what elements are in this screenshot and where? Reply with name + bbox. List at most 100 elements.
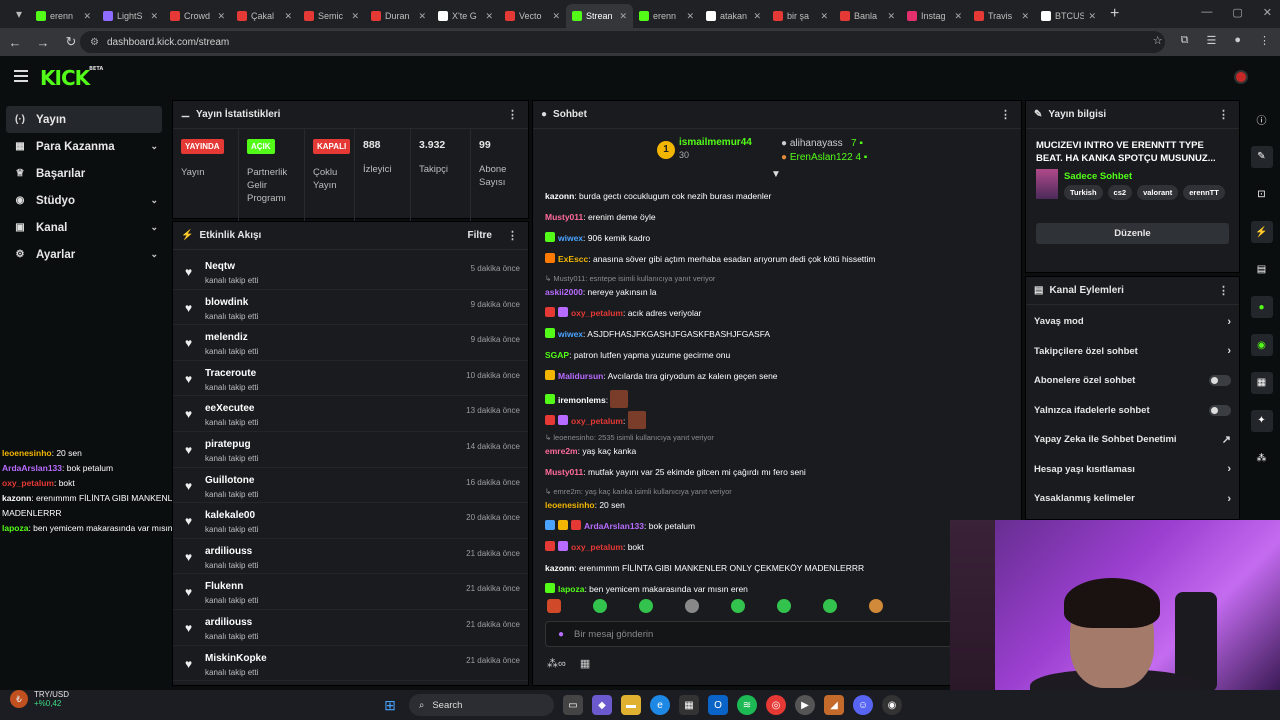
info-icon[interactable]: ⓘ [1251,108,1273,130]
outlook-icon[interactable]: O [708,695,728,715]
chevron-down-icon[interactable]: ⌄ [150,195,158,206]
chat-message[interactable]: emre2m: yaş kaç kanka [545,444,1015,465]
windows-start-icon[interactable]: ⊞ [380,695,400,715]
activity-row[interactable]: ♥ Traceroute kanalı takip etti 10 dakika ön… [173,361,528,397]
emote-icon[interactable] [685,599,699,613]
chat-message[interactable]: Malidursun: Avcılarda tıra giryodum az k… [545,369,1015,390]
menu-icon[interactable] [14,70,28,85]
lightning-rail-icon[interactable]: ⚡ [1250,221,1273,244]
tab-close-icon[interactable]: ✕ [1021,11,1029,22]
back-icon[interactable]: ← [8,35,22,50]
reload-icon[interactable]: ↻ [64,34,78,50]
browser-tab[interactable]: Crowd ✕ [164,4,231,28]
url-field[interactable]: ⚙ dashboard.kick.com/stream [80,31,1165,53]
sidebar-item[interactable]: ⚙ Ayarlar ⌄ [0,241,170,268]
activity-row[interactable]: ♥ eeXecutee kanalı takip etti 13 dakika önc… [173,396,528,432]
activity-row[interactable]: ♥ ardiliouss kanalı takip etti 21 dakika ön… [173,539,528,575]
tab-close-icon[interactable]: ✕ [217,11,225,22]
activity-row[interactable]: ♥ MiskinKopke kanalı takip etti 21 dakika ö… [173,646,528,682]
tab-close-icon[interactable]: ✕ [150,11,158,22]
edit-button[interactable]: Düzenle [1036,223,1229,244]
site-info-icon[interactable]: ⚙ [90,37,99,48]
chat-username[interactable]: Musty011 [545,467,583,477]
tab-close-icon[interactable]: ✕ [83,11,91,22]
emote-icon[interactable] [593,599,607,613]
chat-username[interactable]: wiwex [558,233,583,243]
chat-username[interactable]: kazonn [545,191,574,201]
tab-close-icon[interactable]: ✕ [552,11,560,22]
actions-more-icon[interactable]: ⋮ [1218,284,1229,297]
browser-tab[interactable]: LightS ✕ [97,4,164,28]
media-player-icon[interactable]: ▶ [795,695,815,715]
activity-row[interactable]: ♥ ardiliouss kanalı takip etti 21 dakika ön… [173,610,528,646]
mic-icon[interactable]: ● [558,629,564,640]
maximize-icon[interactable]: ▢ [1232,6,1242,19]
chat-username[interactable]: oxy_petalum [571,308,623,318]
tab-close-icon[interactable]: ✕ [485,11,493,22]
edit-stream-icon[interactable]: ✎ [1250,145,1273,168]
store-icon[interactable]: ▦ [580,657,590,670]
bookmark-star-icon[interactable]: ☆ [1153,34,1163,47]
browser-tab[interactable]: Vecto ✕ [499,4,566,28]
channel-action-row[interactable]: Yavaş mod › [1026,307,1239,337]
browser-tab[interactable]: Strean ✕ [566,4,633,28]
tab-close-icon[interactable]: ✕ [686,11,694,22]
toggle-switch[interactable] [1209,375,1231,387]
stream-tag[interactable]: Turkish [1064,185,1103,200]
store-icon[interactable]: ▦ [679,695,699,715]
chat-username[interactable]: Musty011 [545,212,583,222]
minimize-icon[interactable]: — [1201,6,1212,19]
chevron-right-icon[interactable]: › [1227,463,1231,475]
spotify-icon[interactable]: ≋ [737,695,757,715]
tab-close-icon[interactable]: ✕ [284,11,292,22]
filter-button[interactable]: Filtre [468,230,492,241]
chat-username[interactable]: kazonn [545,563,574,573]
tab-close-icon[interactable]: ✕ [753,11,761,22]
activity-more-icon[interactable]: ⋮ [507,229,518,242]
tab-search-icon[interactable]: ▾ [8,3,30,25]
file-explorer-icon[interactable]: ▬ [621,695,641,715]
chat-rail-icon[interactable]: ● [1250,296,1273,319]
sidebar-item[interactable]: ▦ Para Kazanma ⌄ [0,133,170,160]
tab-close-icon[interactable]: ✕ [887,11,895,22]
activity-row[interactable]: ♥ Guillotone kanalı takip etti 16 dakika ön… [173,468,528,504]
extensions-icon[interactable]: ⧉ [1181,34,1189,47]
chat-message[interactable]: oxy_petalum: [545,411,1015,432]
chat-username[interactable]: SGAP [545,350,569,360]
browser-menu-icon[interactable]: ⋮ [1259,34,1270,47]
toggle-switch[interactable] [1209,404,1231,416]
emote-icon[interactable] [823,599,837,613]
chat-username[interactable]: ArdaArslan133 [584,521,644,531]
stats-more-icon[interactable]: ⋮ [507,108,518,121]
tab-close-icon[interactable]: ✕ [418,11,426,22]
browser-tab[interactable]: bir şa ✕ [767,4,834,28]
chat-message[interactable]: Musty011: erenim deme öyle [545,210,1015,231]
chat-username[interactable]: iremonlems [558,395,606,405]
browser-tab[interactable]: erenn ✕ [633,4,700,28]
browser-tab[interactable]: Semic ✕ [298,4,365,28]
stream-tag[interactable]: cs2 [1107,185,1133,200]
chat-message[interactable]: oxy_petalum: bokt [545,540,1015,561]
sidebar-item[interactable]: (·) Yayın [6,106,162,133]
chevron-right-icon[interactable]: › [1227,316,1231,328]
activity-row[interactable]: ♥ kalekale00 kanalı takip etti 20 dakika ön… [173,503,528,539]
tab-close-icon[interactable]: ✕ [351,11,359,22]
document-icon[interactable]: ▤ [1251,259,1273,281]
wrench-icon[interactable]: ✦ [1250,409,1273,432]
leaderboard-first[interactable]: 1 ismailmemur44 30 [657,137,752,160]
activity-row[interactable]: ♥ Flukenn kanalı takip etti 21 dakika önce [173,574,528,610]
currency-widget[interactable]: ₺ TRY/USD +%0,42 [10,690,69,708]
chevron-right-icon[interactable]: › [1227,345,1231,357]
broadcast-rail-icon[interactable]: ◉ [1250,334,1273,357]
chat-username[interactable]: oxy_petalum [571,542,623,552]
chat-input[interactable]: ● Bir mesaj gönderin [545,621,965,647]
actions-rail-icon[interactable]: ▦ [1250,371,1273,394]
leaderboard-second[interactable]: ● alihanayass 7 ▪ [781,137,867,151]
sidebar-item[interactable]: ◉ Stüdyo ⌄ [0,187,170,214]
discord-icon[interactable]: ☺ [853,695,873,715]
chat-username[interactable]: ExEscc [558,254,588,264]
browser-tab[interactable]: Travis ✕ [968,4,1035,28]
browser-tab[interactable]: Duran ✕ [365,4,432,28]
external-link-icon[interactable]: ↗ [1222,433,1231,446]
browser-tab[interactable]: Banla ✕ [834,4,901,28]
